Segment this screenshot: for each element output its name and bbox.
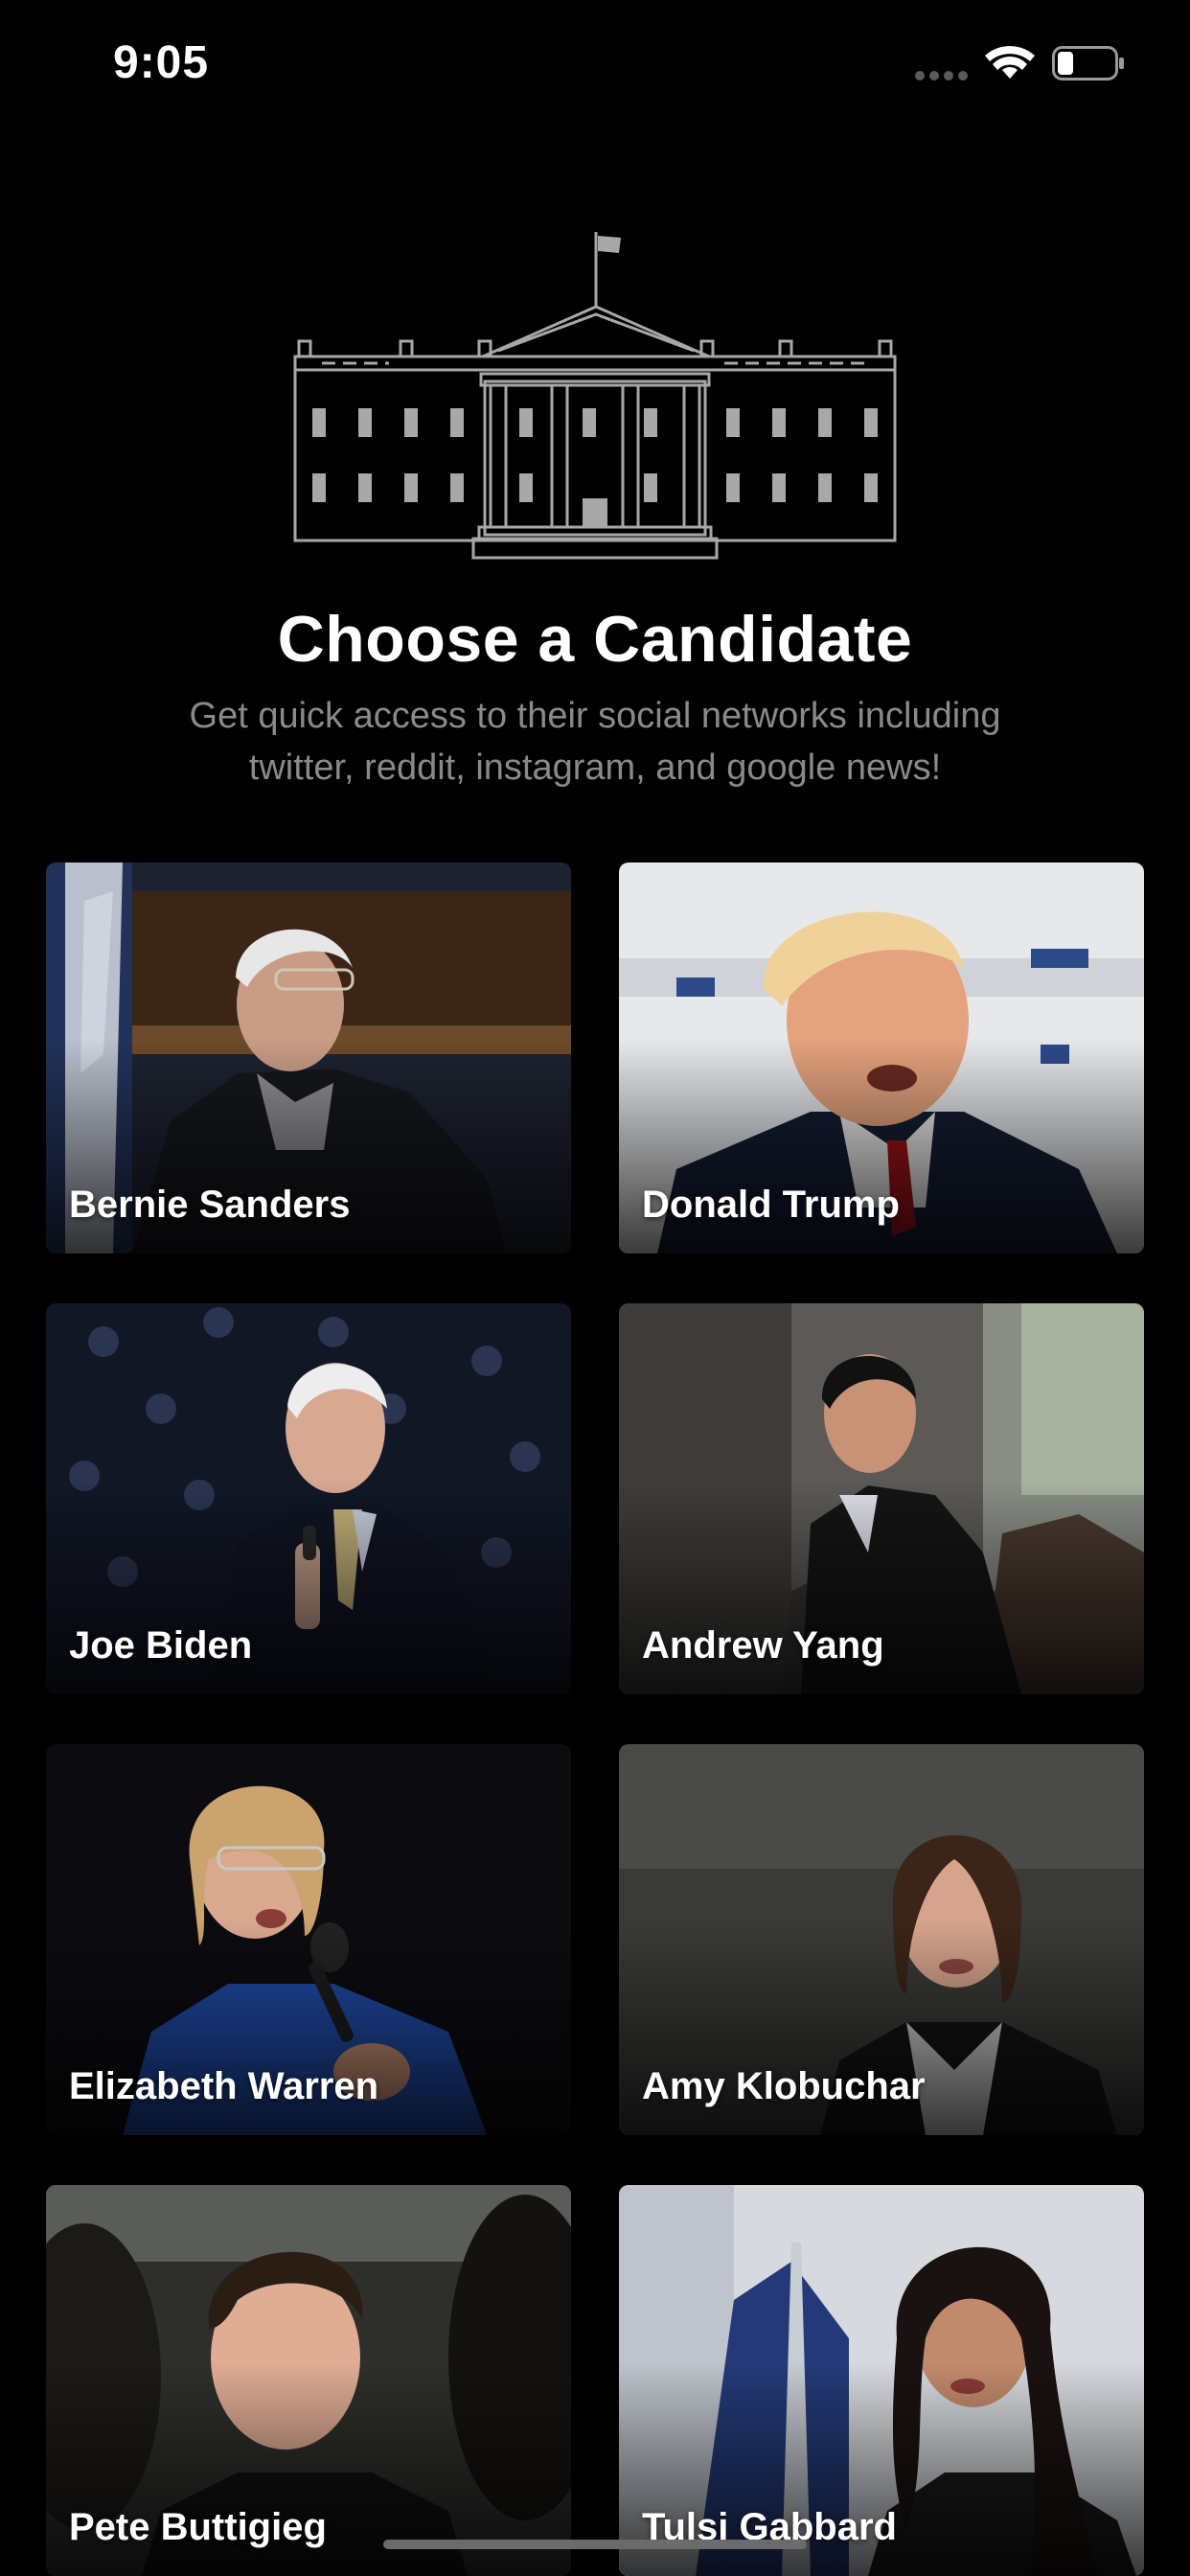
candidate-name: Andrew Yang	[642, 1624, 884, 1667]
battery-icon	[1052, 46, 1124, 80]
candidate-name: Bernie Sanders	[69, 1184, 351, 1226]
wifi-icon	[985, 46, 1035, 79]
cellular-signal-icon	[915, 71, 968, 80]
candidate-card-elizabeth-warren[interactable]: Elizabeth Warren	[46, 1744, 571, 2135]
candidate-card-joe-biden[interactable]: Joe Biden	[46, 1303, 571, 1694]
candidate-card-donald-trump[interactable]: Donald Trump	[619, 862, 1144, 1254]
home-indicator[interactable]	[383, 2540, 807, 2549]
candidate-name: Pete Buttigieg	[69, 2506, 327, 2548]
candidate-card-pete-buttigieg[interactable]: Pete Buttigieg	[46, 2185, 571, 2576]
status-time: 9:05	[113, 37, 210, 88]
candidate-card-bernie-sanders[interactable]: Bernie Sanders	[46, 862, 571, 1254]
candidate-name: Joe Biden	[69, 1624, 253, 1667]
status-bar: 9:05	[0, 0, 1190, 126]
page-subtitle: Get quick access to their social network…	[189, 696, 1001, 788]
page-title: Choose a Candidate	[277, 603, 913, 676]
candidate-name: Amy Klobuchar	[642, 2065, 926, 2107]
candidate-card-andrew-yang[interactable]: Andrew Yang	[619, 1303, 1144, 1694]
candidate-card-amy-klobuchar[interactable]: Amy Klobuchar	[619, 1744, 1144, 2135]
white-house-icon	[293, 232, 897, 560]
candidate-name: Donald Trump	[642, 1184, 900, 1226]
candidate-name: Elizabeth Warren	[69, 2065, 379, 2107]
candidate-card-tulsi-gabbard[interactable]: Tulsi Gabbard	[619, 2185, 1144, 2576]
